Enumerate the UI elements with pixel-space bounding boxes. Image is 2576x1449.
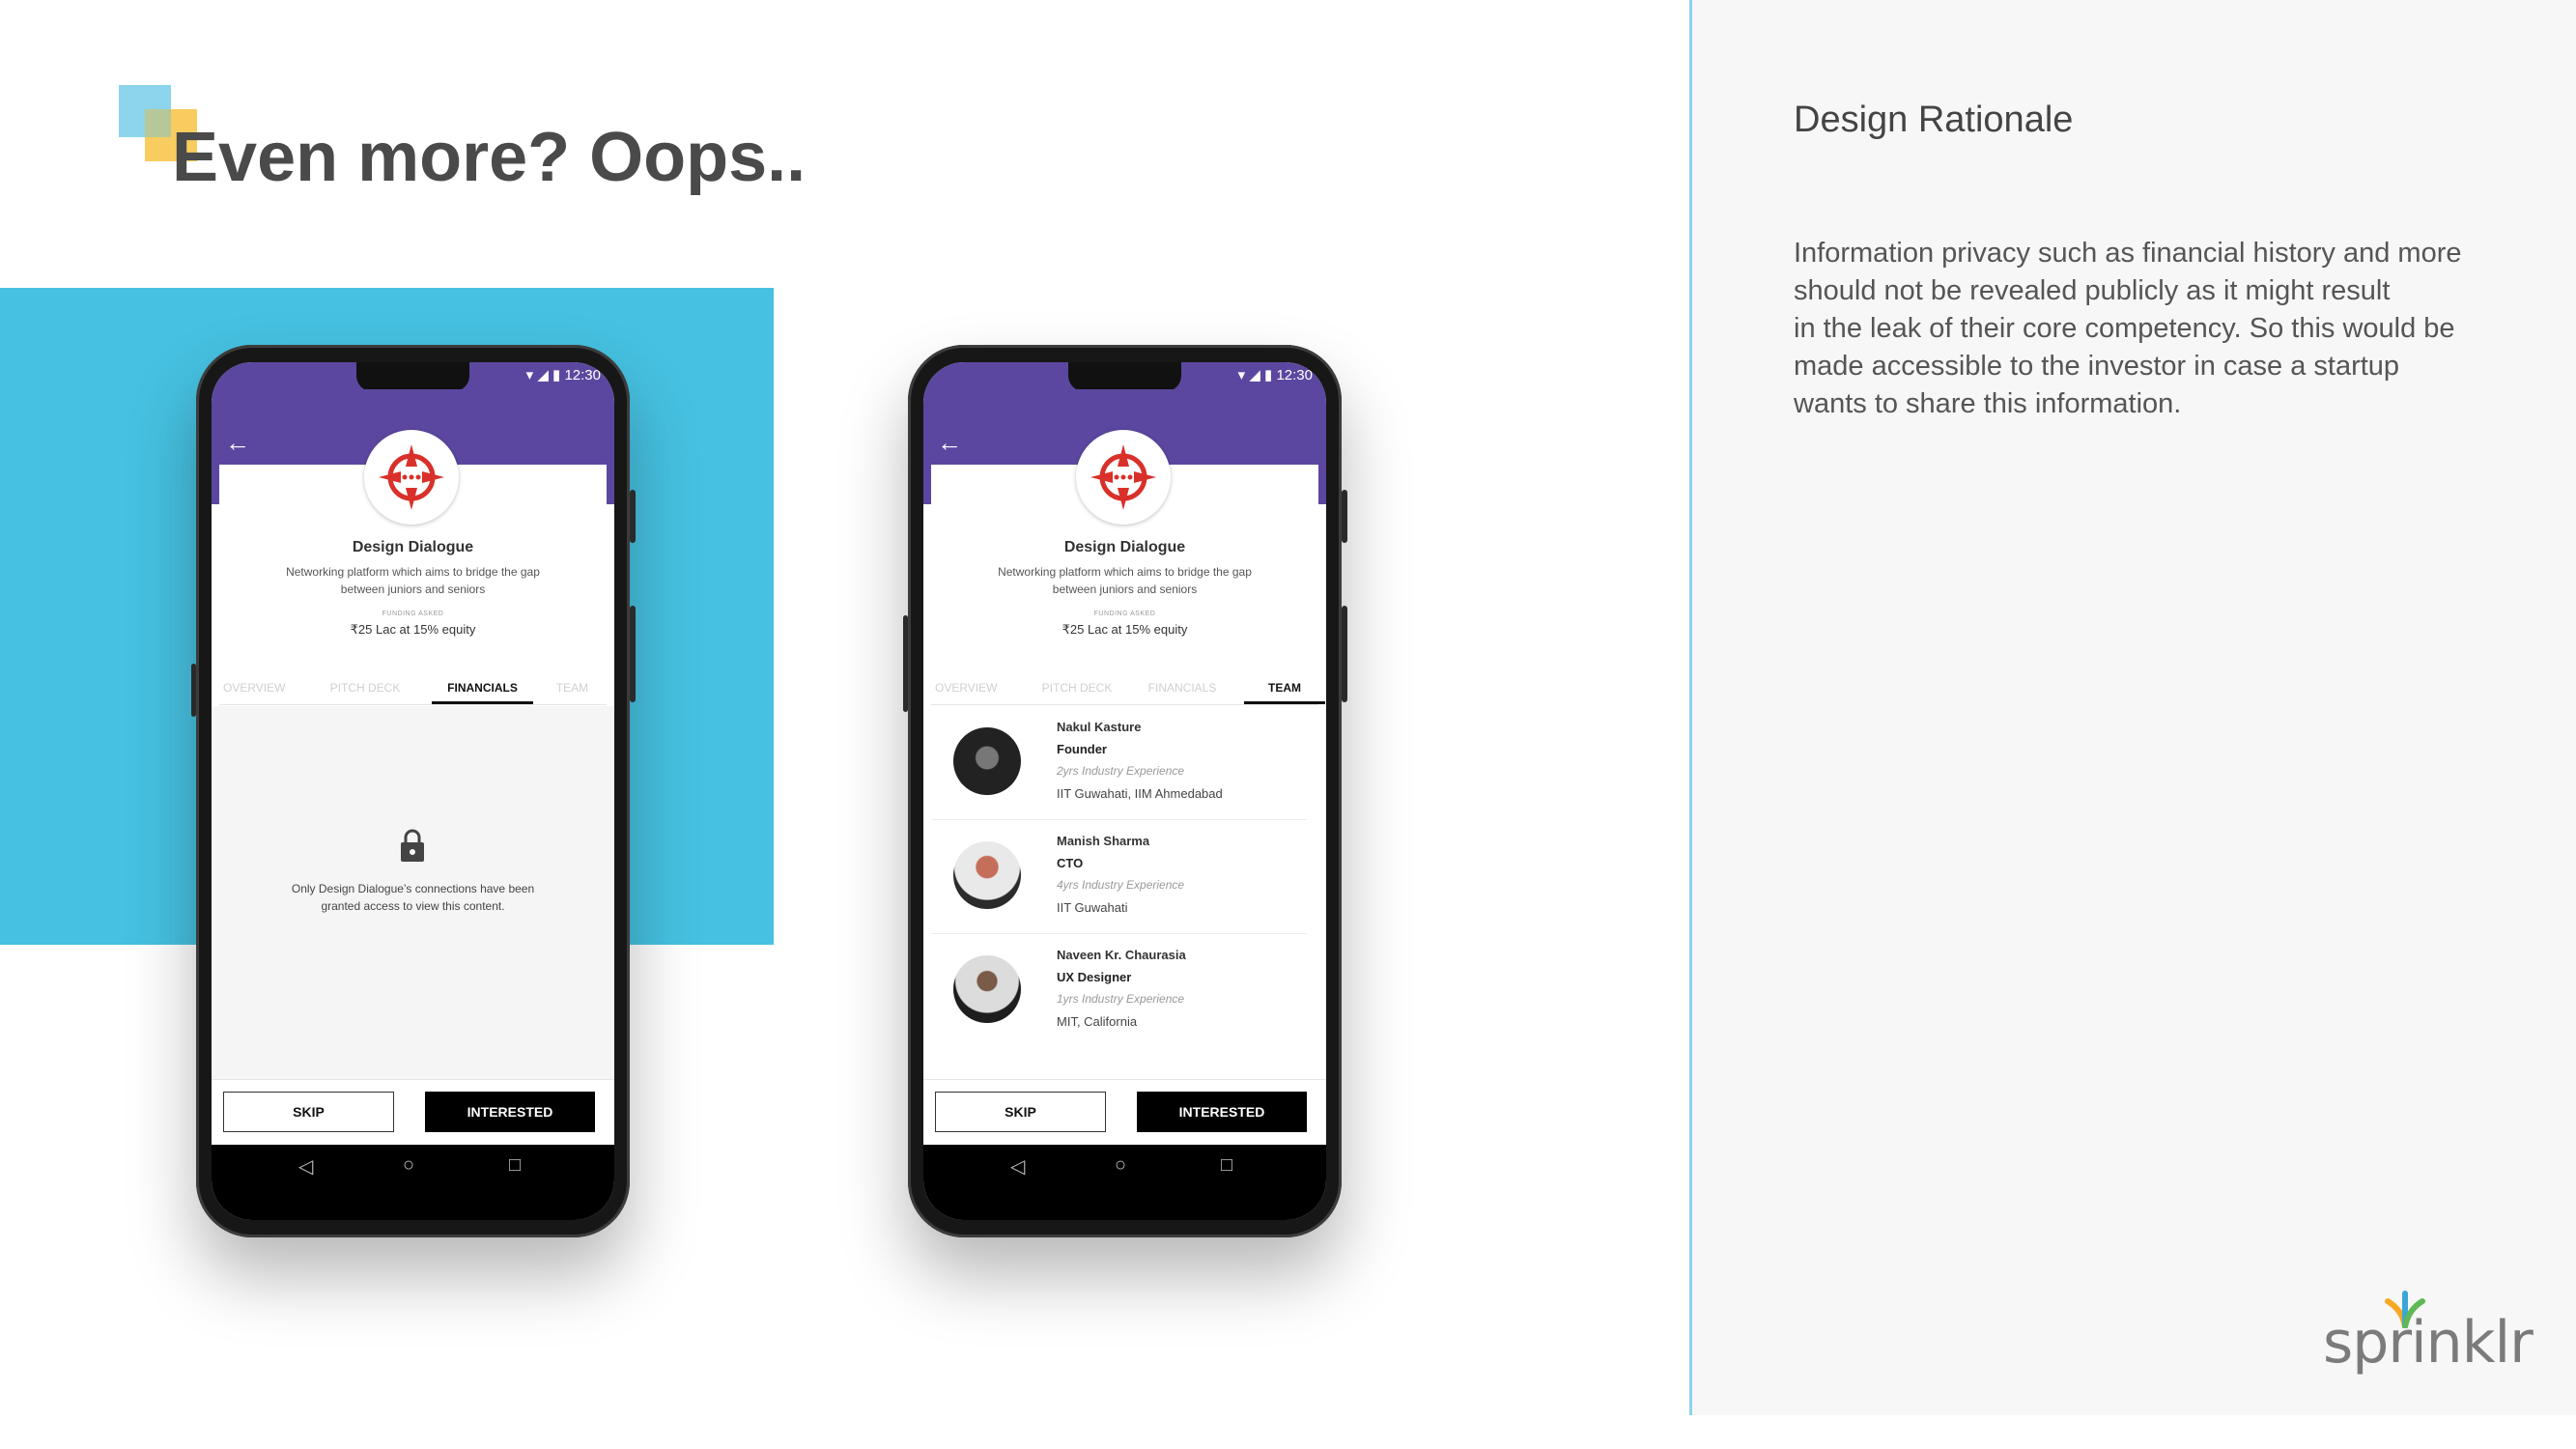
phone-team: ▾ ◢ ▮ 12:30 ← Design Dialogue Networking… [903, 345, 1347, 1237]
company-logo [1076, 430, 1171, 525]
camera-notch [356, 362, 469, 391]
company-description: Networking platform which aims to bridge… [998, 565, 1252, 596]
tab-bar: OVERVIEW PITCH DECK FINANCIALS TEAM [931, 671, 1325, 705]
funding-value: ₹25 Lac at 15% equity [350, 622, 476, 637]
company-logo [364, 430, 459, 525]
member-education: IIT Guwahati [1057, 900, 1128, 915]
tab-team[interactable]: TEAM [1244, 671, 1325, 704]
team-member[interactable]: Nakul Kasture Founder 2yrs Industry Expe… [931, 706, 1318, 820]
tab-financials[interactable]: FINANCIALS [1144, 671, 1221, 704]
phone-screen: ▾ ◢ ▮ 12:30 ← Design Dialogue Networking… [212, 362, 614, 1220]
phone-side-button [1342, 490, 1347, 543]
funding-value: ₹25 Lac at 15% equity [1062, 622, 1188, 637]
lock-icon [401, 829, 424, 862]
status-time: 12:30 [1276, 367, 1313, 384]
rationale-panel [1689, 0, 2576, 1415]
phone-side-button [191, 664, 196, 717]
compass-logo-icon [1090, 444, 1156, 510]
member-experience: 2yrs Industry Experience [1057, 764, 1185, 778]
tab-financials[interactable]: FINANCIALS [432, 671, 533, 704]
company-name: Design Dialogue [1063, 539, 1186, 555]
funding-label: FUNDING ASKED [382, 611, 444, 617]
member-education: MIT, California [1057, 1014, 1138, 1029]
camera-notch [1068, 362, 1181, 391]
team-member[interactable]: Manish Sharma CTO 4yrs Industry Experien… [931, 820, 1318, 934]
skip-button[interactable]: SKIP [935, 1092, 1106, 1132]
compass-logo-icon [379, 444, 444, 510]
avatar [953, 955, 1021, 1023]
tab-overview[interactable]: OVERVIEW [935, 671, 997, 704]
phone-side-button [630, 606, 636, 702]
phone-screen: ▾ ◢ ▮ 12:30 ← Design Dialogue Networking… [923, 362, 1326, 1220]
member-role: UX Designer [1057, 970, 1132, 984]
tab-overview[interactable]: OVERVIEW [223, 671, 285, 704]
interested-button[interactable]: INTERESTED [1137, 1092, 1307, 1132]
member-role: Founder [1057, 742, 1107, 756]
slide-title: Even more? Oops.. [172, 119, 807, 196]
phone-side-button [903, 615, 908, 712]
brand-logo: sprinklr [2323, 1309, 2534, 1377]
android-nav-bar: ◁ ○ □ [212, 1145, 614, 1220]
tab-pitch-deck[interactable]: PITCH DECK [1039, 671, 1115, 704]
company-description: Networking platform which aims to bridge… [286, 565, 540, 596]
nav-back-icon[interactable]: ◁ [298, 1154, 313, 1179]
status-icons: ▾ ◢ ▮ 12:30 [1237, 367, 1313, 384]
android-nav-bar: ◁ ○ □ [923, 1145, 1326, 1220]
status-time: 12:30 [564, 367, 601, 384]
company-name: Design Dialogue [352, 539, 474, 555]
member-name: Manish Sharma [1057, 834, 1150, 848]
interested-button[interactable]: INTERESTED [425, 1092, 595, 1132]
member-education: IIT Guwahati, IIM Ahmedabad [1057, 786, 1223, 801]
nav-back-icon[interactable]: ◁ [1010, 1154, 1025, 1179]
phone-side-button [1342, 606, 1347, 702]
status-icons: ▾ ◢ ▮ 12:30 [525, 367, 601, 384]
nav-home-icon[interactable]: ○ [1115, 1154, 1126, 1177]
phone-financials: ▾ ◢ ▮ 12:30 ← Design Dialogue Networking… [191, 345, 636, 1237]
rationale-body: Information privacy such as financial hi… [1794, 238, 2462, 419]
tab-bar: OVERVIEW PITCH DECK FINANCIALS TEAM [219, 671, 607, 705]
member-name: Naveen Kr. Chaurasia [1057, 948, 1186, 962]
decorative-square-overlap [145, 109, 171, 137]
team-member[interactable]: Naveen Kr. Chaurasia UX Designer 1yrs In… [931, 934, 1318, 1048]
locked-content-area: Only Design Dialogue’s connections have … [212, 706, 614, 1079]
nav-recents-icon[interactable]: □ [509, 1154, 521, 1177]
member-name: Nakul Kasture [1057, 720, 1142, 734]
back-arrow-icon[interactable]: ← [225, 430, 250, 455]
tab-pitch-deck[interactable]: PITCH DECK [327, 671, 403, 704]
rationale-title: Design Rationale [1794, 99, 2074, 140]
avatar [953, 841, 1021, 909]
nav-recents-icon[interactable]: □ [1221, 1154, 1232, 1177]
action-bar: SKIP INTERESTED [212, 1079, 614, 1146]
phone-side-button [630, 490, 636, 543]
nav-home-icon[interactable]: ○ [403, 1154, 414, 1177]
team-list: Nakul Kasture Founder 2yrs Industry Expe… [923, 706, 1326, 1079]
funding-label: FUNDING ASKED [1093, 611, 1156, 617]
member-experience: 4yrs Industry Experience [1057, 878, 1185, 892]
member-role: CTO [1057, 856, 1084, 870]
tab-team[interactable]: TEAM [551, 671, 594, 704]
skip-button[interactable]: SKIP [223, 1092, 394, 1132]
locked-message: Only Design Dialogue’s connections have … [291, 882, 535, 913]
action-bar: SKIP INTERESTED [923, 1079, 1326, 1146]
back-arrow-icon[interactable]: ← [937, 430, 962, 455]
member-experience: 1yrs Industry Experience [1057, 992, 1185, 1006]
avatar [953, 727, 1021, 795]
